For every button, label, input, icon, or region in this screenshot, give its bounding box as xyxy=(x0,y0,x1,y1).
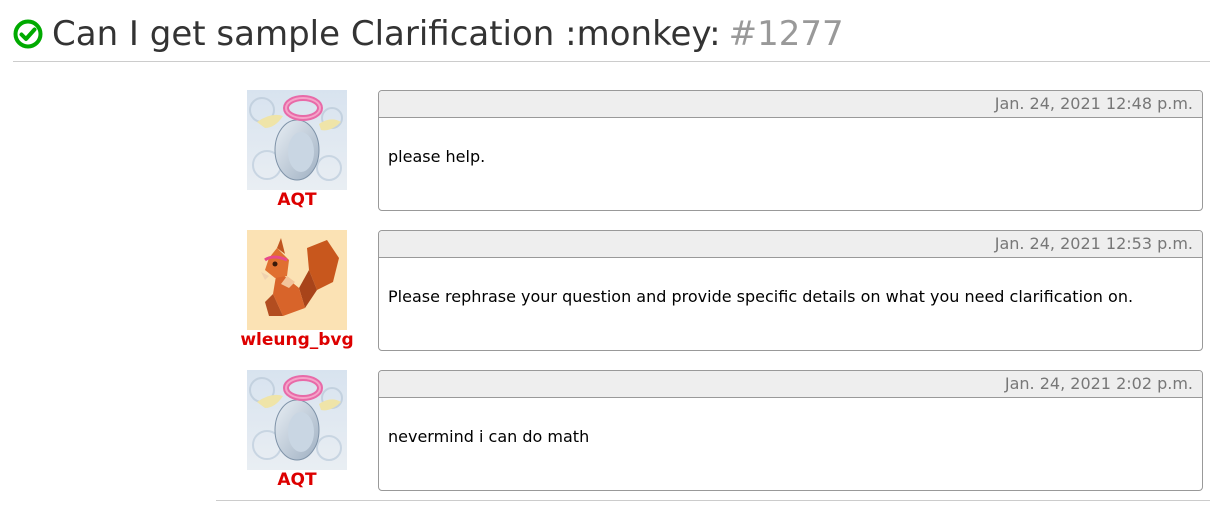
angel-penguin-avatar[interactable] xyxy=(247,90,347,190)
clarification-number: #1277 xyxy=(728,14,844,54)
angel-penguin-avatar[interactable] xyxy=(247,370,347,470)
comment-card: Jan. 24, 2021 12:53 p.m. Please rephrase… xyxy=(378,230,1203,351)
comment-timestamp: Jan. 24, 2021 12:53 p.m. xyxy=(379,231,1202,258)
comment: AQT Jan. 24, 2021 12:48 p.m. please help… xyxy=(216,90,1210,230)
comment: AQT Jan. 24, 2021 2:02 p.m. nevermind i … xyxy=(216,370,1210,509)
clarification-page: Can I get sample Clarification :monkey: #… xyxy=(0,0,1210,509)
page-title-bar: Can I get sample Clarification :monkey: #… xyxy=(13,10,1210,62)
comment-body: nevermind i can do math xyxy=(388,427,590,446)
comment-card: Jan. 24, 2021 2:02 p.m. nevermind i can … xyxy=(378,370,1203,491)
comment-timestamp: Jan. 24, 2021 12:48 p.m. xyxy=(379,91,1202,118)
comment-user-info: wleung_bvg xyxy=(216,230,378,360)
comment-author[interactable]: AQT xyxy=(216,189,378,211)
comment-user-info: AQT xyxy=(216,90,378,220)
comment-card: Jan. 24, 2021 12:48 p.m. please help. xyxy=(378,90,1203,211)
clarification-title: Can I get sample Clarification :monkey: xyxy=(52,14,721,54)
comment-user-info: AQT xyxy=(216,370,378,500)
comment: wleung_bvg Jan. 24, 2021 12:53 p.m. Plea… xyxy=(216,230,1210,370)
comment-author[interactable]: AQT xyxy=(216,469,378,491)
page-title: Can I get sample Clarification :monkey: #… xyxy=(52,12,844,56)
divider xyxy=(216,500,1210,501)
comment-body: Please rephrase your question and provid… xyxy=(388,287,1134,306)
origami-squirrel-avatar[interactable] xyxy=(247,230,347,330)
comment-timestamp: Jan. 24, 2021 2:02 p.m. xyxy=(379,371,1202,398)
comment-author[interactable]: wleung_bvg xyxy=(216,329,378,351)
check-circle-icon xyxy=(13,19,43,49)
comment-body: please help. xyxy=(388,147,486,166)
